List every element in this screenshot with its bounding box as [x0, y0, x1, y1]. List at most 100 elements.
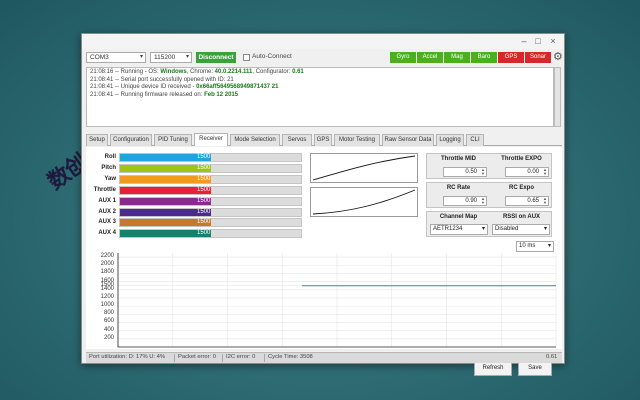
channel-map-label: Channel Map	[439, 214, 478, 220]
close-icon[interactable]: ×	[546, 36, 560, 46]
receiver-tab-content: Roll 1500 Pitch 1500 Yaw 1500 Throttle 1500 AUX …	[86, 147, 562, 376]
save-button[interactable]: Save	[518, 361, 552, 376]
gear-icon[interactable]: ⚙	[553, 51, 563, 63]
channel-map-select[interactable]: AETR1234 ▾	[430, 224, 488, 235]
i2c-error: I2C error: 0	[226, 354, 256, 360]
title-bar: – □ ×	[82, 34, 564, 49]
console-log: 21:08:16 -- Running - OS: Windows, Chrom…	[86, 67, 554, 127]
tab-bar: Setup Configuration PID Tuning Receiver Mode…	[86, 133, 562, 146]
rc-expo-input[interactable]: 0.65 ▲ ▼	[505, 196, 549, 206]
baud-value: 115200	[154, 54, 176, 61]
log-line: 21:08:41 -- Serial port successfully ope…	[90, 76, 234, 83]
channel-bar: 1500	[119, 229, 302, 239]
channel-value: 1500	[197, 219, 211, 226]
mapping-panel: Channel Map RSSI on AUX AETR1234 ▾ Disabl…	[426, 211, 552, 237]
channel-value: 1500	[197, 230, 211, 237]
channel-label: AUX 1	[98, 197, 116, 204]
auto-connect-label: Auto-Connect	[252, 53, 292, 60]
channel-bar: 1500	[119, 174, 302, 184]
rc-rate-input[interactable]: 0.90 ▲ ▼	[443, 196, 487, 206]
channel-label: AUX 2	[98, 208, 116, 215]
throttle-expo-label: Throttle EXPO	[501, 156, 542, 162]
channel-label: Yaw	[104, 175, 116, 182]
spinner-icon[interactable]: ▲ ▼	[543, 197, 547, 205]
rate-curve-svg	[312, 189, 416, 215]
refresh-button[interactable]: Refresh	[474, 361, 512, 376]
rc-panel: RC Rate RC Expo 0.90 ▲ ▼ 0.65 ▲ ▼	[426, 182, 552, 208]
chevron-down-icon: ▾	[139, 54, 143, 60]
channel-label: AUX 4	[98, 230, 116, 237]
sensor-mag: Mag	[444, 52, 470, 63]
rssi-select[interactable]: Disabled ▾	[492, 224, 550, 235]
tab-receiver[interactable]: Receiver	[194, 133, 228, 146]
version-label: 0.61	[546, 354, 558, 360]
tab-mode-selection[interactable]: Mode Selection	[230, 134, 280, 146]
cycle-time: Cycle Time: 3508	[268, 354, 313, 360]
throttle-mid-label: Throttle MID	[441, 156, 476, 162]
log-scrollbar[interactable]	[554, 67, 561, 127]
tab-motor-testing[interactable]: Motor Testing	[334, 134, 380, 146]
throttle-curve-svg	[312, 155, 416, 181]
tab-pid-tuning[interactable]: PID Tuning	[154, 134, 192, 146]
app-window: – □ × COM3 ▾ 115200 ▾ Disconnect Auto-Co…	[81, 33, 565, 376]
rc-graph-svg	[117, 253, 557, 348]
maximize-icon[interactable]: □	[531, 36, 545, 46]
channel-label: Pitch	[101, 164, 116, 171]
rc-graph: 2200 2000 1800 1600 1500 1400 1200 1000 800 600 40…	[92, 249, 558, 353]
chevron-down-icon: ▾	[481, 226, 485, 232]
log-line: 21:08:41 -- Running firmware released on…	[90, 91, 239, 98]
tab-logging[interactable]: Logging	[436, 134, 464, 146]
rssi-label: RSSI on AUX	[502, 214, 541, 220]
packet-error: Packet error: 0	[178, 354, 217, 360]
channel-value: 1500	[197, 208, 211, 215]
channel-bar: 1500	[119, 218, 302, 228]
channel-label: Throttle	[93, 186, 116, 193]
channel-label: Roll	[104, 154, 116, 160]
port-utilization: Port utilization: D: 17% U: 4%	[89, 354, 166, 360]
tab-raw-sensor-data[interactable]: Raw Sensor Data	[382, 134, 434, 146]
channel-value: 1500	[197, 197, 211, 204]
channel-label: AUX 3	[98, 219, 116, 226]
log-line: 21:08:41 -- Unique device ID received - …	[90, 84, 279, 91]
minimize-icon[interactable]: –	[517, 36, 531, 46]
throttle-expo-input[interactable]: 0.00 ▲ ▼	[505, 167, 549, 177]
channel-bar: 1500	[119, 196, 302, 206]
sensor-gyro: Gyro	[390, 52, 416, 63]
spinner-icon[interactable]: ▲ ▼	[481, 168, 485, 176]
throttle-curve	[310, 153, 418, 183]
sensor-gps: GPS	[498, 52, 524, 63]
status-bar: Port utilization: D: 17% U: 4% Packet er…	[86, 352, 562, 363]
sensor-baro: Baro	[471, 52, 497, 63]
rc-expo-label: RC Expo	[508, 185, 534, 191]
channel-bar: 1500	[119, 153, 302, 162]
chevron-down-icon: ▾	[543, 226, 547, 232]
auto-connect-checkbox[interactable]	[243, 54, 250, 61]
port-select[interactable]: COM3 ▾	[86, 52, 146, 63]
channel-value: 1500	[197, 175, 211, 182]
channel-value: 1500	[197, 186, 211, 193]
log-line: 21:08:16 -- Running - OS: Windows, Chrom…	[90, 69, 304, 75]
tab-cli[interactable]: CLI	[466, 134, 484, 146]
throttle-mid-input[interactable]: 0.50 ▲ ▼	[443, 167, 487, 177]
rc-rate-label: RC Rate	[446, 185, 471, 191]
toolbar: COM3 ▾ 115200 ▾ Disconnect Auto-Connect …	[86, 51, 563, 66]
port-value: COM3	[90, 54, 109, 61]
tab-gps[interactable]: GPS	[314, 134, 332, 146]
spinner-icon[interactable]: ▲ ▼	[481, 197, 485, 205]
disconnect-button[interactable]: Disconnect	[196, 52, 236, 63]
channel-value: 1500	[197, 154, 211, 160]
tab-setup[interactable]: Setup	[86, 134, 108, 146]
sensor-sonar: Sonar	[525, 52, 551, 63]
tab-configuration[interactable]: Configuration	[110, 134, 152, 146]
baud-select[interactable]: 115200 ▾	[150, 52, 192, 63]
rate-curve	[310, 187, 418, 217]
throttle-panel: Throttle MID Throttle EXPO 0.50 ▲ ▼ 0.00 ▲ ▼	[426, 153, 552, 179]
spinner-icon[interactable]: ▲ ▼	[543, 168, 547, 176]
tab-servos[interactable]: Servos	[282, 134, 312, 146]
chevron-down-icon: ▾	[185, 54, 189, 60]
channel-value: 1500	[197, 164, 211, 171]
sensor-accel: Accel	[417, 52, 443, 63]
channel-bar: 1500	[119, 163, 302, 173]
channel-bar: 1500	[119, 185, 302, 195]
channel-bar: 1500	[119, 207, 302, 217]
